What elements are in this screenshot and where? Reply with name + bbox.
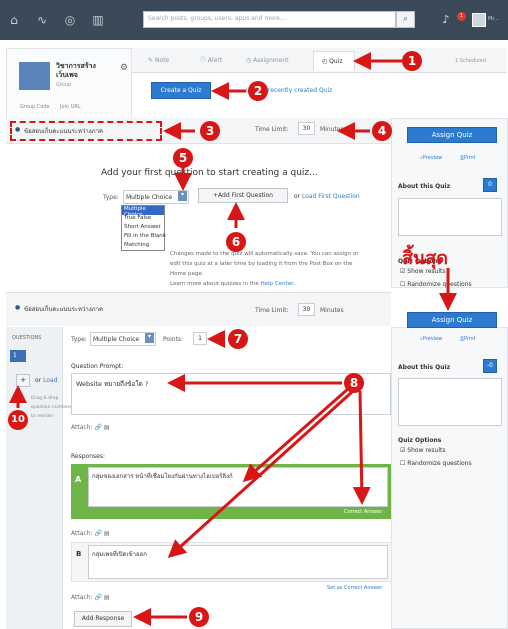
- annotation-badge-10: 10: [8, 410, 28, 430]
- annotation-badge-6: 6: [226, 232, 246, 252]
- annotation-badge-1: 1: [402, 51, 422, 71]
- annotation-badge-4: 4: [372, 121, 392, 141]
- annotation-badge-3: 3: [200, 121, 220, 141]
- arrow-8d: [167, 390, 354, 559]
- annotation-badge-2: 2: [248, 81, 268, 101]
- arrow-8c: [352, 390, 371, 505]
- annotation-badge-7: 7: [228, 329, 248, 349]
- annotation-badge-5: 5: [173, 148, 193, 168]
- arrow-8b: [242, 386, 350, 482]
- annotation-badge-9: 9: [189, 607, 209, 627]
- annotation-badge-8: 8: [344, 373, 364, 393]
